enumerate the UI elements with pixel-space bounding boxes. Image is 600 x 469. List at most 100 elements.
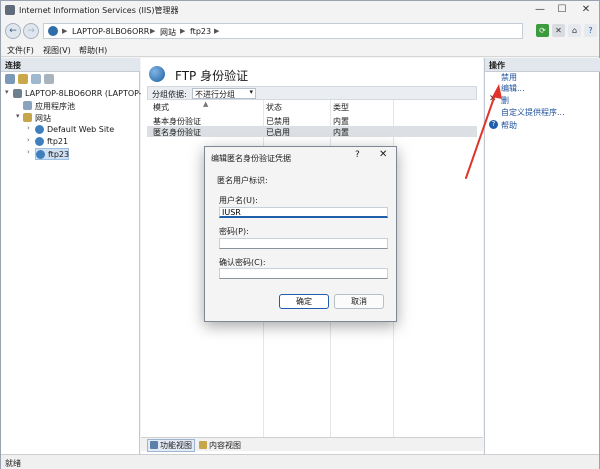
breadcrumb-separator: ▶ [62, 27, 68, 35]
expander-server[interactable]: ▾ [5, 88, 9, 96]
menu-help[interactable]: 帮助(H) [79, 45, 107, 56]
breadcrumb-item-sites[interactable]: 网站 [160, 27, 176, 38]
cell-status: 已启用 [266, 128, 290, 137]
menu-bar: 文件(F) 视图(V) 帮助(H) [1, 43, 599, 57]
connections-pane: 连接 ▾ LAPTOP-8LBO6ORR (LAPTOP-8LB 应用程序池 ▾… [1, 58, 157, 454]
remove-icon: ✕ [489, 94, 497, 104]
ok-button[interactable]: 确定 [279, 294, 329, 309]
back-button[interactable]: ← [5, 23, 21, 39]
username-label: 用户名(U): [219, 196, 258, 205]
breadcrumb-item-server[interactable]: LAPTOP-8LBO6ORR [72, 27, 149, 36]
minimize-button[interactable]: — [529, 1, 551, 19]
features-view-icon [150, 441, 158, 449]
dialog-close-button[interactable]: ✕ [379, 149, 387, 160]
globe-icon [48, 26, 58, 36]
breadcrumb-separator: ▶ [150, 27, 156, 35]
tree-item-label: ftp21 [47, 137, 69, 146]
group-by-label: 分组依据: [152, 90, 187, 99]
tree-item-label: 网站 [35, 114, 51, 123]
refresh-icon[interactable]: ⟳ [536, 24, 549, 37]
disconnect-icon[interactable] [44, 74, 54, 84]
connections-title: 连接 [5, 61, 21, 70]
action-disable[interactable]: 禁用 [501, 72, 517, 83]
cancel-button[interactable]: 取消 [334, 294, 384, 309]
tab-features-view[interactable]: 功能视图 [147, 439, 195, 452]
table-row[interactable]: 匿名身份验证 已启用 内置 [147, 126, 477, 137]
expander-sites[interactable]: ▾ [16, 112, 20, 120]
action-custom-providers[interactable]: 自定义提供程序... [501, 107, 565, 118]
table-row[interactable]: 基本身份验证 已禁用 内置 [147, 115, 477, 126]
iis-app-icon [5, 5, 15, 15]
dialog-title: 编辑匿名身份验证凭据 [211, 154, 291, 163]
actions-header: 操作 [485, 58, 600, 72]
group-by-bar: 分组依据: 不进行分组 ▾ [147, 86, 477, 100]
expander-ftp21[interactable]: › [27, 136, 30, 144]
breadcrumb-separator: ▶ [214, 27, 220, 35]
breadcrumb-item-ftp23[interactable]: ftp23 [190, 27, 211, 36]
tree-item-label: 应用程序池 [35, 102, 75, 111]
address-bar: ← → ▶ LAPTOP-8LBO6ORR ▶ 网站 ▶ ftp23 ▶ ⟳ ✕… [1, 19, 599, 43]
tree-item-label: Default Web Site [47, 125, 115, 134]
column-header-type[interactable]: 类型 [333, 102, 349, 113]
globe-icon [36, 150, 45, 159]
save-icon[interactable] [18, 74, 28, 84]
title-bar: Internet Information Services (IIS)管理器 —… [1, 1, 599, 19]
action-help[interactable]: 帮助 [501, 120, 517, 131]
tree-item-ftp23[interactable]: ftp23 [35, 148, 69, 160]
globe-icon [35, 125, 44, 134]
forward-button[interactable]: → [23, 23, 39, 39]
folder-icon [23, 113, 32, 122]
menu-file[interactable]: 文件(F) [7, 45, 34, 56]
page-title: FTP 身份验证 [175, 69, 249, 83]
dialog-help-button[interactable]: ? [355, 150, 360, 160]
server-icon [13, 89, 22, 98]
group-by-select[interactable]: 不进行分组 ▾ [192, 88, 256, 99]
stop-icon[interactable]: ✕ [552, 24, 565, 37]
sort-caret-icon: ▲ [203, 100, 209, 108]
status-text: 就绪 [5, 459, 21, 468]
content-view-icon [199, 441, 207, 449]
chevron-down-icon: ▾ [249, 88, 253, 96]
connections-toolbar [1, 72, 140, 86]
help-icon[interactable]: ? [584, 24, 597, 37]
breadcrumb[interactable]: ▶ LAPTOP-8LBO6ORR ▶ 网站 ▶ ftp23 ▶ [43, 23, 523, 39]
maximize-button[interactable]: ☐ [551, 1, 573, 19]
actions-pane: 操作 禁用 编辑... ✕ 删 自定义提供程序... ? 帮助 [484, 58, 600, 454]
menu-view[interactable]: 视图(V) [43, 45, 71, 56]
tree-item-label: ftp23 [48, 150, 70, 159]
cell-type: 内置 [333, 128, 349, 137]
password-label: 密码(P): [219, 227, 249, 236]
app-pool-icon [23, 101, 32, 110]
up-icon[interactable] [31, 74, 41, 84]
group-by-value: 不进行分组 [195, 90, 235, 99]
username-field[interactable] [219, 207, 388, 218]
password-field[interactable] [219, 238, 388, 249]
expander-ftp23[interactable]: › [27, 148, 30, 156]
actions-title: 操作 [489, 61, 505, 70]
confirm-password-field[interactable] [219, 268, 388, 279]
column-header-status[interactable]: 状态 [266, 102, 282, 113]
breadcrumb-separator: ▶ [180, 27, 186, 35]
cell-mode: 匿名身份验证 [153, 128, 201, 137]
close-button[interactable]: ✕ [575, 1, 597, 19]
tab-label: 内容视图 [209, 441, 241, 450]
action-edit[interactable]: 编辑... [501, 83, 525, 94]
tab-label: 功能视图 [160, 441, 192, 450]
globe-icon [35, 137, 44, 146]
window-title: Internet Information Services (IIS)管理器 [19, 6, 179, 15]
edit-anonymous-credentials-dialog: 编辑匿名身份验证凭据 ? ✕ 匿名用户标识: 用户名(U): 密码(P): 确认… [204, 146, 397, 322]
connect-icon[interactable] [5, 74, 15, 84]
ftp-globe-icon [149, 66, 165, 82]
action-remove[interactable]: 删 [501, 95, 509, 106]
home-icon[interactable]: ⌂ [568, 24, 581, 37]
anonymous-identity-label: 匿名用户标识: [217, 176, 268, 185]
status-bar: 就绪 [1, 454, 599, 469]
tab-content-view[interactable]: 内容视图 [199, 440, 241, 451]
help-icon: ? [489, 120, 498, 129]
expander-default-site[interactable]: › [27, 124, 30, 132]
tree-item-label: LAPTOP-8LBO6ORR (LAPTOP-8LB [25, 89, 157, 98]
connections-header: 连接 [1, 58, 140, 72]
column-header-mode[interactable]: 模式 [153, 102, 169, 113]
confirm-password-label: 确认密码(C): [219, 258, 266, 267]
view-tabs: 功能视图 内容视图 [141, 437, 483, 452]
